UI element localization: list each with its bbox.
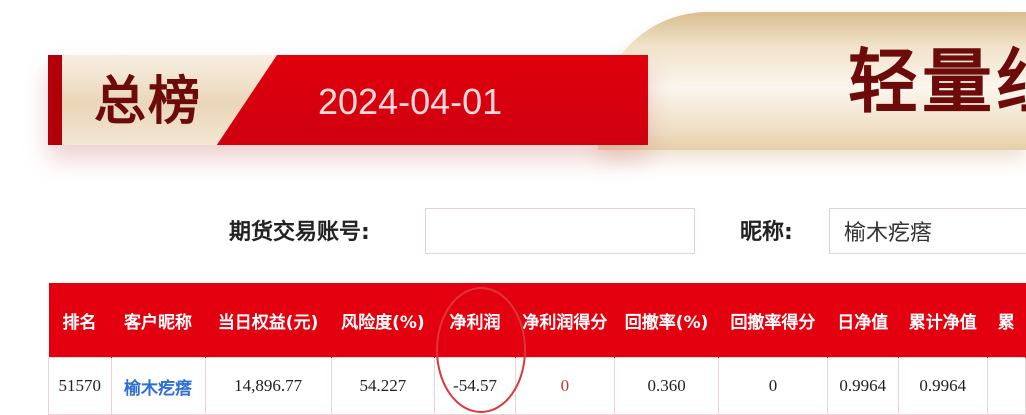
cell-drawdown-score: 0 <box>718 357 828 415</box>
page-title: 总榜 <box>94 71 203 132</box>
cell-net-profit: -54.57 <box>434 357 516 415</box>
col-net-profit[interactable]: 净利润 <box>434 283 516 358</box>
nickname-label: 昵称: <box>740 220 793 245</box>
col-rank[interactable]: 排名 <box>48 283 112 358</box>
col-risk[interactable]: 风险度(%) <box>331 283 436 358</box>
table-row: 51570 榆木疙瘩 14,896.77 54.227 -54.57 0 0.3… <box>48 357 1026 415</box>
col-drawdown-score[interactable]: 回撤率得分 <box>718 283 828 358</box>
header-banner: 总榜 2024-04-01 轻量组 <box>0 0 1026 170</box>
col-equity[interactable]: 当日权益(元) <box>205 283 332 358</box>
account-input[interactable] <box>425 208 695 254</box>
cell-cumulative-nav: 0.9964 <box>898 357 988 415</box>
banner-stripe <box>48 55 62 145</box>
cell-truncated <box>986 357 1026 415</box>
cell-nickname-link[interactable]: 榆木疙瘩 <box>110 357 206 415</box>
col-cumulative-nav[interactable]: 累计净值 <box>898 283 988 358</box>
nickname-input[interactable] <box>829 208 1026 254</box>
ranking-date: 2024-04-01 <box>318 81 503 122</box>
cell-risk: 54.227 <box>330 357 436 415</box>
cell-drawdown: 0.360 <box>613 357 720 415</box>
col-daily-nav[interactable]: 日净值 <box>827 283 900 358</box>
col-nickname[interactable]: 客户昵称 <box>111 283 206 358</box>
ranking-table: 排名 客户昵称 当日权益(元) 风险度(%) 净利润 净利润得分 回撤率(%) … <box>48 283 1026 415</box>
table-header-row: 排名 客户昵称 当日权益(元) 风险度(%) 净利润 净利润得分 回撤率(%) … <box>48 283 1026 358</box>
cell-equity: 14,896.77 <box>204 357 332 415</box>
account-label: 期货交易账号: <box>229 220 370 245</box>
cell-net-profit-score: 0 <box>514 357 615 415</box>
cell-daily-nav: 0.9964 <box>826 357 900 415</box>
cell-rank: 51570 <box>48 357 112 415</box>
col-net-profit-score[interactable]: 净利润得分 <box>515 283 615 358</box>
col-truncated[interactable]: 累 <box>987 283 1026 358</box>
group-title: 轻量组 <box>848 40 1026 123</box>
col-drawdown[interactable]: 回撤率(%) <box>614 283 720 358</box>
